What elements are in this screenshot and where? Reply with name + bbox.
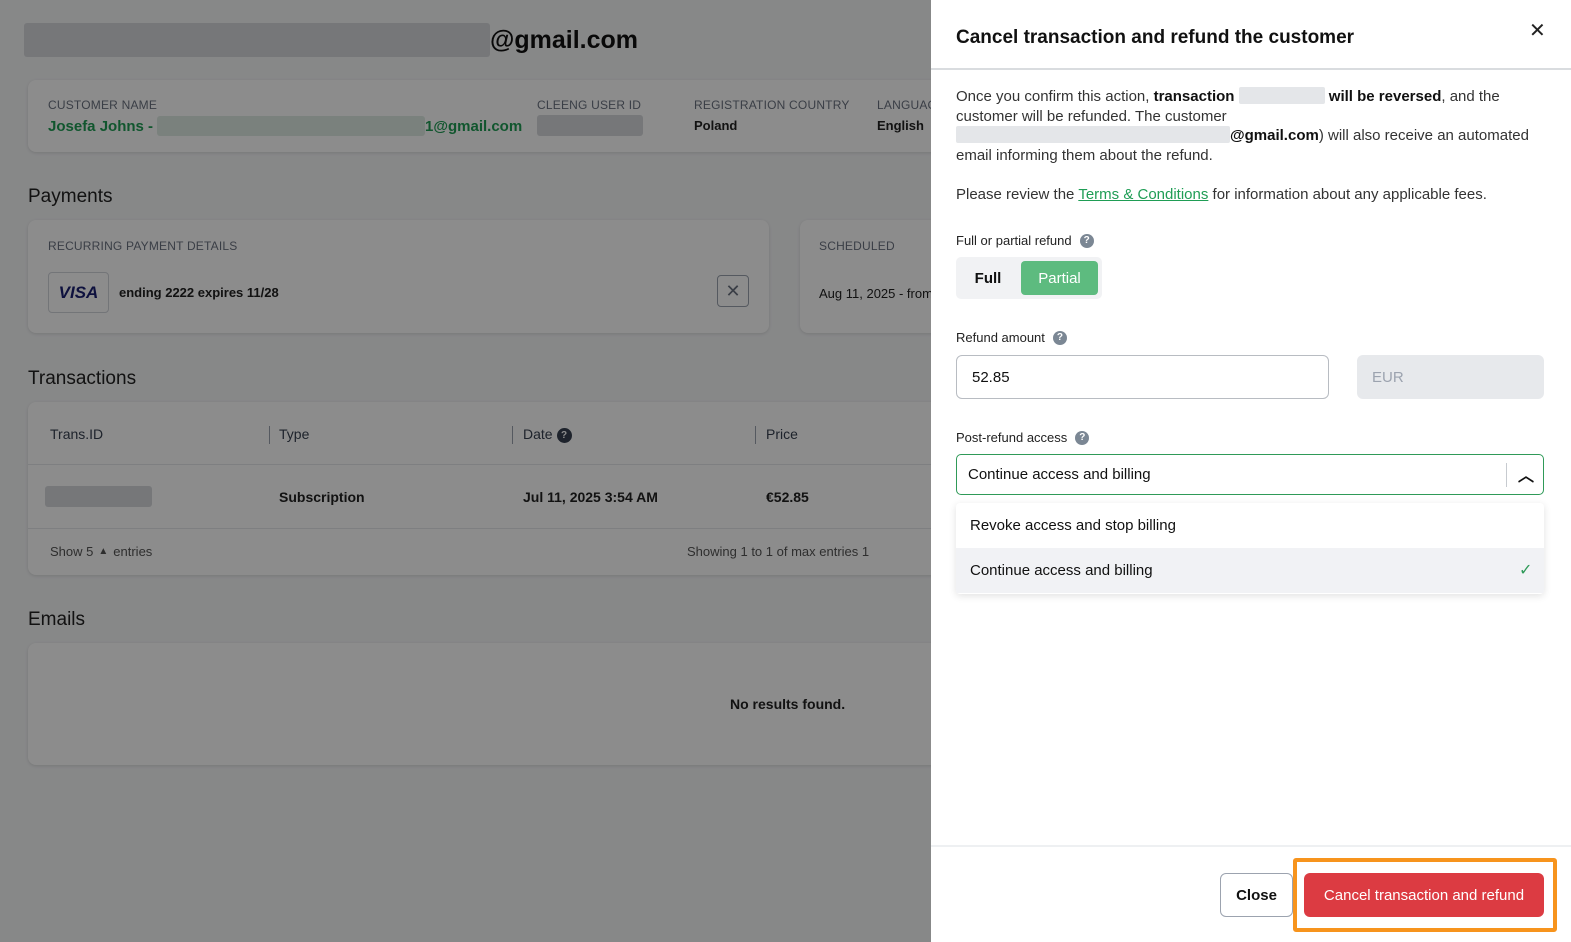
cancel-transaction-refund-button[interactable]: Cancel transaction and refund bbox=[1304, 873, 1544, 917]
select-separator bbox=[1506, 463, 1507, 487]
refund-amount-label-text: Refund amount bbox=[956, 330, 1045, 345]
drawer-header: Cancel transaction and refund the custom… bbox=[931, 0, 1571, 70]
modal-backdrop[interactable] bbox=[0, 0, 931, 942]
intro-text: Once you confirm this action, bbox=[956, 88, 1150, 105]
post-refund-access-label-text: Post-refund access bbox=[956, 430, 1068, 445]
close-button[interactable]: Close bbox=[1220, 873, 1293, 917]
option-continue-access[interactable]: Continue access and billing ✓ bbox=[956, 548, 1544, 593]
drawer-title: Cancel transaction and refund the custom… bbox=[956, 27, 1355, 48]
refund-type-label: Full or partial refund ? bbox=[956, 233, 1094, 248]
currency-field: EUR bbox=[1357, 355, 1544, 399]
refund-description: Once you confirm this action, transactio… bbox=[956, 87, 1546, 165]
terms-note: Please review the Terms & Conditions for… bbox=[956, 185, 1546, 205]
help-icon[interactable]: ? bbox=[1075, 430, 1090, 445]
close-icon[interactable]: ✕ bbox=[1529, 18, 1546, 43]
intro-email-suffix: @gmail.com bbox=[1230, 127, 1319, 144]
terms-pre: Please review the bbox=[956, 186, 1075, 203]
redacted-transaction-id bbox=[1238, 87, 1325, 104]
refund-amount-label: Refund amount ? bbox=[956, 330, 1067, 345]
refund-partial-option[interactable]: Partial bbox=[1021, 261, 1098, 295]
option-revoke-access[interactable]: Revoke access and stop billing bbox=[956, 503, 1544, 548]
terms-post: for information about any applicable fee… bbox=[1212, 186, 1487, 203]
help-icon[interactable]: ? bbox=[1079, 233, 1094, 248]
post-refund-access-select[interactable]: Continue access and billing ︿ bbox=[956, 454, 1544, 495]
access-options-menu: Revoke access and stop billing Continue … bbox=[956, 503, 1544, 594]
post-refund-access-label: Post-refund access ? bbox=[956, 430, 1090, 445]
chevron-up-icon[interactable]: ︿ bbox=[1517, 463, 1535, 485]
option-continue-access-label: Continue access and billing bbox=[970, 562, 1153, 579]
refund-full-option[interactable]: Full bbox=[960, 261, 1016, 295]
refund-amount-input[interactable]: 52.85 bbox=[956, 355, 1329, 399]
drawer-footer: Close Cancel transaction and refund bbox=[931, 845, 1571, 942]
terms-link[interactable]: Terms & Conditions bbox=[1078, 186, 1208, 203]
refund-type-label-text: Full or partial refund bbox=[956, 233, 1072, 248]
refund-type-toggle: Full Partial bbox=[956, 257, 1102, 299]
intro-bold-reversed: will be reversed bbox=[1328, 88, 1442, 105]
select-value: Continue access and billing bbox=[968, 466, 1151, 483]
check-icon: ✓ bbox=[1519, 562, 1533, 579]
refund-drawer: Cancel transaction and refund the custom… bbox=[931, 0, 1571, 942]
intro-bold-transaction: transaction bbox=[1153, 88, 1235, 105]
help-icon[interactable]: ? bbox=[1052, 330, 1067, 345]
redacted-customer-email bbox=[956, 126, 1230, 143]
